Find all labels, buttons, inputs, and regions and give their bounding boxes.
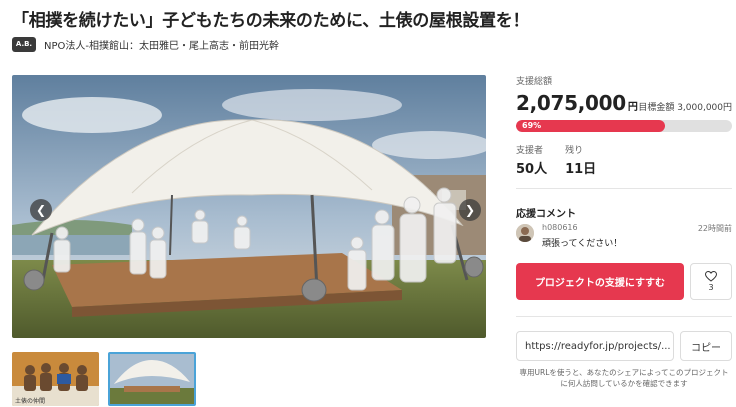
gallery-thumbnail-selected[interactable] [108,352,196,406]
hero-illustration [12,75,486,338]
project-owner[interactable]: A.B. NPO法人-相撲館山：太田雅巳・尾上高志・前田光幹 [12,35,279,53]
supporters-label: 支援者 [516,146,544,156]
supporters-value: 50人 [516,162,548,177]
total-amount: 2,075,000 [516,91,626,115]
project-title: 「相撲を続けたい」子どもたちの未来のために、土俵の屋根設置を！ [12,11,530,31]
heart-icon [705,271,717,282]
funding-stats: 支援者 50人 残り 11日 [516,143,596,177]
avatar-icon [516,224,534,242]
total-label: 支援総額 [516,77,553,87]
comment-item[interactable]: h080616 22時間前 頑張ってください！ [516,222,732,250]
remaining-label: 残り [565,146,584,156]
main-project-image: ❮ ❯ [12,75,486,338]
supporters-stat: 支援者 50人 [516,143,547,177]
share-url-field[interactable]: https://readyfor.jp/projects/... [516,331,674,361]
funding-progress-bar: 69% [516,120,732,132]
gallery-thumbnail[interactable]: 土俵の仲間 [12,352,99,406]
owner-logo: A.B. [12,36,36,52]
chevron-right-icon: ❯ [464,203,476,217]
owner-name[interactable]: NPO法人-相撲館山：太田雅巳・尾上高志・前田光幹 [44,37,279,52]
goal-amount: 目標金額 3,000,000円 [638,103,732,113]
funding-summary: 支援総額 2,075,000 円 目標金額 3,000,000円 [516,74,732,115]
support-project-button[interactable]: プロジェクトの支援にすすむ [516,263,684,300]
avatar [516,224,534,242]
total-unit: 円 [627,102,638,113]
thumbnail-image-tent [110,354,194,404]
copy-url-button[interactable]: コピー [680,331,732,361]
comment-text: 頑張ってください！ [542,239,623,249]
chevron-left-icon: ❮ [35,203,47,217]
funding-progress-fill: 69% [516,120,666,132]
gallery-next-button[interactable]: ❯ [459,199,481,221]
gallery-prev-button[interactable]: ❮ [30,199,52,221]
thumbnail-caption: 土俵の仲間 [15,398,46,405]
remaining-stat: 残り 11日 [565,143,596,177]
progress-percent: 69% [522,121,542,130]
comment-user: h080616 [542,223,578,232]
comment-time: 22時間前 [697,224,732,233]
favorite-count: 3 [708,283,714,292]
comments-heading: 応援コメント [516,209,576,220]
favorite-button[interactable]: 3 [690,263,732,300]
divider [516,316,732,317]
remaining-value: 11日 [565,162,597,177]
divider [516,188,732,189]
share-url-note: 専用URLを使うと、あなたのシェアによってこのプロジェクトに何人訪問しているかを… [519,368,729,388]
